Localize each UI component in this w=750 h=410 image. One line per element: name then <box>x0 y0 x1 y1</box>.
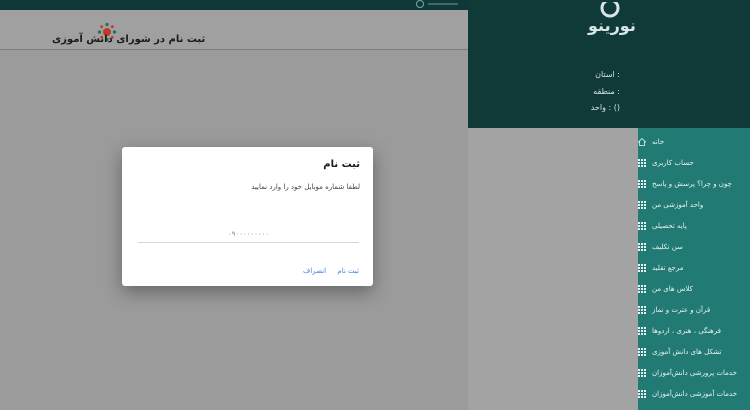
sidebar-item-label: حساب کاربری <box>652 158 694 167</box>
cancel-button[interactable]: انصراف <box>303 267 326 275</box>
sidebar-item-label: خدمات پرورشی دانش‌آموزان <box>652 368 737 377</box>
grid-icon <box>638 200 646 209</box>
sidebar-item-label: سن تکلیف <box>652 242 683 251</box>
register-button[interactable]: ثبت نام <box>337 267 359 275</box>
sidebar-item-organizations[interactable]: تشکل های دانش آموزی <box>638 341 750 362</box>
sidebar-item-age[interactable]: سن تکلیف <box>638 236 750 257</box>
dialog-message: لطفا شماره موبایل خود را وارد نمایید <box>251 183 360 191</box>
grid-icon <box>638 284 646 293</box>
grid-icon <box>638 347 646 356</box>
mobile-number-input[interactable] <box>138 225 359 243</box>
sidebar-item-label: مرجع تقلید <box>652 263 684 272</box>
sidebar-item-classes[interactable]: کلاس های من <box>638 278 750 299</box>
unit-label: () : واحد <box>590 103 620 112</box>
sidebar-item-upbringing-services[interactable]: خدمات پرورشی دانش‌آموزان <box>638 362 750 383</box>
grid-icon <box>638 263 646 272</box>
grid-icon <box>638 305 646 314</box>
sidebar-item-account[interactable]: حساب کاربری <box>638 152 750 173</box>
brand-name: نورينو <box>588 16 636 35</box>
sidebar: نورينو : استان : منطقه () : واحد خانه حس… <box>468 0 750 410</box>
sidebar-item-label: کلاس های من <box>652 284 693 293</box>
grid-icon <box>638 221 646 230</box>
page-title: ثبت نام در شورای دانش آموزی <box>52 34 206 45</box>
sidebar-item-label: تشکل های دانش آموزی <box>652 347 722 356</box>
sidebar-item-education-services[interactable]: خدمات آموزشی دانش‌آموزان <box>638 383 750 404</box>
sidebar-item-label: چون و چرا؟ پرسش و پاسخ <box>652 179 732 188</box>
dialog-title: ثبت نام <box>323 159 360 170</box>
sidebar-item-label: خانه <box>652 137 665 146</box>
sidebar-item-grade[interactable]: پایه تحصیلی <box>638 215 750 236</box>
grid-icon <box>638 158 646 167</box>
sidebar-profile: نورينو : استان : منطقه () : واحد <box>468 0 750 128</box>
sidebar-item-label: خدمات آموزشی دانش‌آموزان <box>652 389 738 398</box>
sidebar-item-home[interactable]: خانه <box>638 131 750 152</box>
sidebar-item-label: فرهنگی ، هنری ، اردوها <box>652 326 721 335</box>
register-dialog: ثبت نام لطفا شماره موبایل خود را وارد نم… <box>122 147 373 286</box>
grid-icon <box>638 368 646 377</box>
sidebar-menu: خانه حساب کاربری چون و چرا؟ پرسش و پاسخ … <box>638 128 750 410</box>
sidebar-item-marja[interactable]: مرجع تقلید <box>638 257 750 278</box>
grid-icon <box>638 389 646 398</box>
sidebar-item-label: واحد آموزشی من <box>652 200 704 209</box>
region-label: : منطقه <box>593 87 620 96</box>
grid-icon <box>638 326 646 335</box>
home-icon <box>638 137 646 146</box>
sidebar-item-cultural[interactable]: فرهنگی ، هنری ، اردوها <box>638 320 750 341</box>
top-bar <box>0 0 468 10</box>
province-label: : استان <box>595 70 620 79</box>
page-header: ثبت نام در شورای دانش آموزی <box>0 10 468 50</box>
topbar-logo <box>416 0 462 8</box>
grid-icon <box>638 242 646 251</box>
sidebar-item-quran[interactable]: قرآن و عترت و نماز <box>638 299 750 320</box>
sidebar-item-label: قرآن و عترت و نماز <box>652 305 711 314</box>
sidebar-item-label: پایه تحصیلی <box>652 221 687 230</box>
sidebar-item-qa[interactable]: چون و چرا؟ پرسش و پاسخ <box>638 173 750 194</box>
sidebar-item-my-unit[interactable]: واحد آموزشی من <box>638 194 750 215</box>
grid-icon <box>638 179 646 188</box>
